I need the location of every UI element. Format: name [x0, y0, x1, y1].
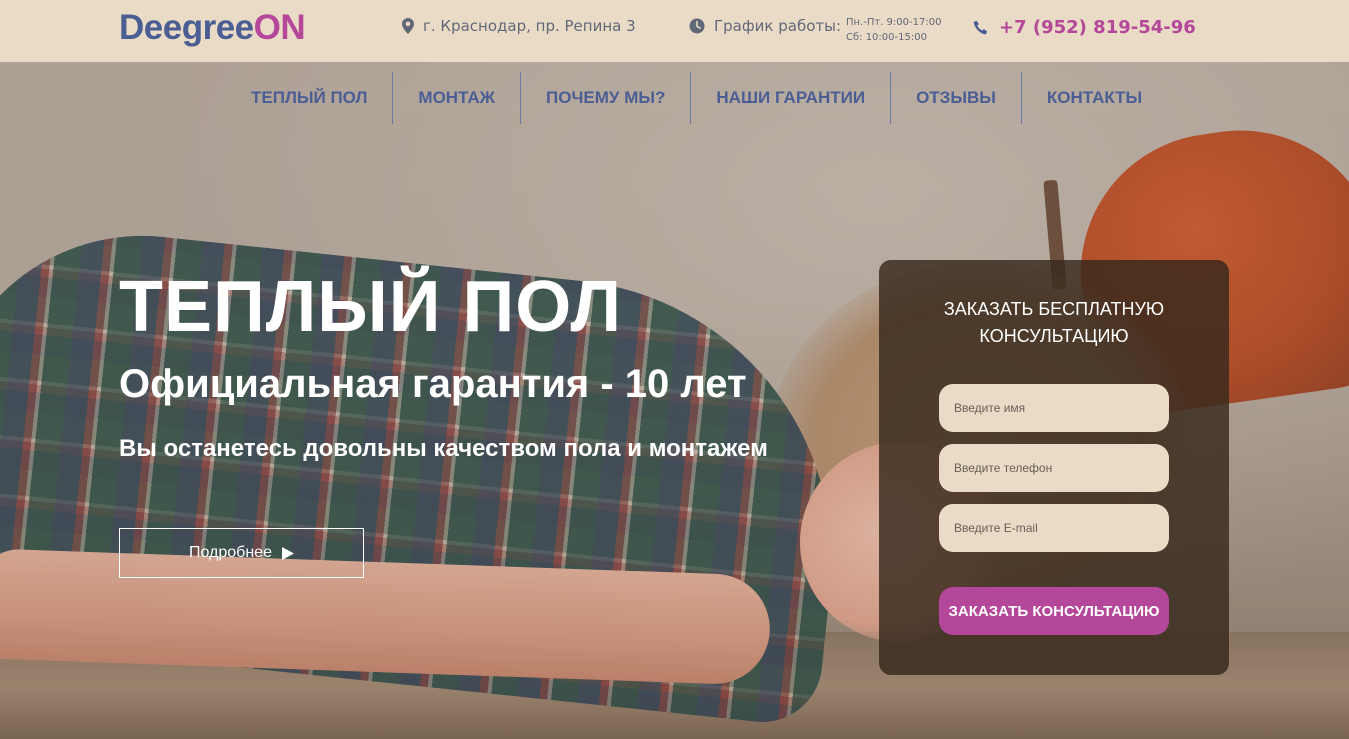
header-address: г. Краснодар, пр. Репина 3 [402, 17, 636, 35]
address-text: г. Краснодар, пр. Репина 3 [423, 17, 636, 35]
play-arrow-icon [281, 546, 294, 560]
logo-part2: ON [253, 8, 306, 47]
email-input[interactable] [939, 504, 1169, 552]
consultation-form: ЗАКАЗАТЬ БЕСПЛАТНУЮ КОНСУЛЬТАЦИЮ ЗАКАЗАТ… [879, 260, 1229, 675]
form-title: ЗАКАЗАТЬ БЕСПЛАТНУЮ КОНСУЛЬТАЦИЮ [879, 296, 1229, 350]
schedule-label: График работы: [714, 17, 842, 35]
phone-input[interactable] [939, 444, 1169, 492]
hero-tagline: Вы останетесь довольны качеством пола и … [119, 435, 768, 462]
form-title-line2: КОНСУЛЬТАЦИЮ [979, 326, 1129, 346]
schedule-times: Пн.-Пт. 9:00-17:00 Сб: 10:00-15:00 [846, 15, 941, 45]
top-bar: DeegreeON г. Краснодар, пр. Репина 3 Гра… [0, 0, 1349, 62]
logo[interactable]: DeegreeON [119, 8, 306, 48]
more-button[interactable]: Подробнее [119, 528, 364, 578]
hero-subtitle: Официальная гарантия - 10 лет [119, 362, 747, 406]
logo-part1: Deegree [119, 8, 254, 47]
nav-item-reviews[interactable]: ОТЗЫВЫ [890, 72, 1021, 124]
hero-title: ТЕПЛЫЙ ПОЛ [119, 267, 622, 347]
nav-item-guarantees[interactable]: НАШИ ГАРАНТИИ [690, 72, 890, 124]
schedule-weekdays: Пн.-Пт. 9:00-17:00 [846, 17, 942, 28]
schedule-saturday: Сб: 10:00-15:00 [846, 32, 927, 43]
form-title-line1: ЗАКАЗАТЬ БЕСПЛАТНУЮ [943, 299, 1165, 319]
phone-icon [973, 20, 989, 36]
clock-icon [689, 18, 705, 34]
nav-item-why-us[interactable]: ПОЧЕМУ МЫ? [520, 72, 690, 124]
submit-consultation-button[interactable]: ЗАКАЗАТЬ КОНСУЛЬТАЦИЮ [939, 587, 1169, 635]
header-schedule: График работы: [689, 17, 841, 35]
nav-item-contacts[interactable]: КОНТАКТЫ [1020, 72, 1167, 124]
map-marker-icon [402, 18, 414, 34]
name-input[interactable] [939, 384, 1169, 432]
header-phone[interactable]: +7 (952) 819-54-96 [973, 17, 1196, 38]
nav-item-warm-floor[interactable]: ТЕПЛЫЙ ПОЛ [226, 72, 392, 124]
nav-item-installation[interactable]: МОНТАЖ [392, 72, 520, 124]
phone-number: +7 (952) 819-54-96 [999, 17, 1196, 38]
more-button-label: Подробнее [189, 544, 272, 561]
main-nav: ТЕПЛЫЙ ПОЛ МОНТАЖ ПОЧЕМУ МЫ? НАШИ ГАРАНТ… [226, 72, 1167, 124]
